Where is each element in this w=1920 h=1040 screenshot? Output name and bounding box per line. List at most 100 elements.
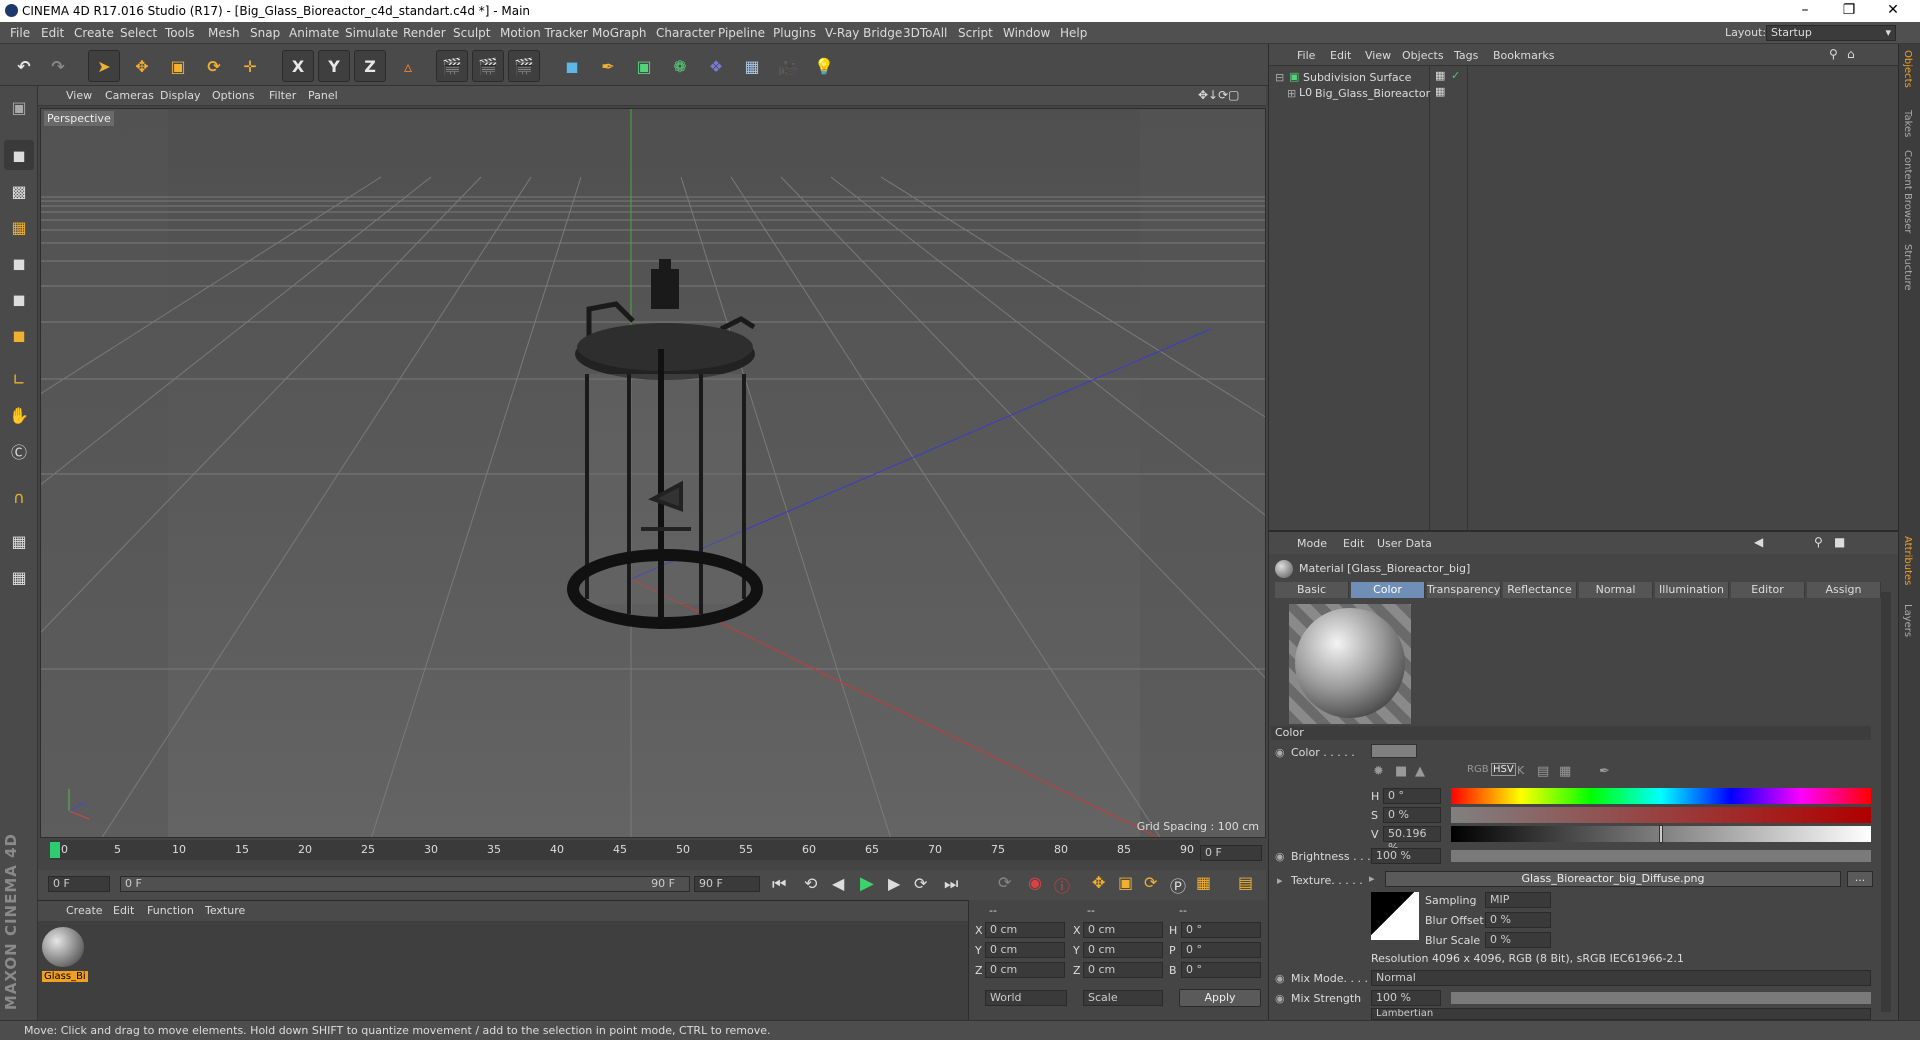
previous-key-icon[interactable]: ⟲ <box>804 874 817 893</box>
image-picker-icon[interactable]: ▲ <box>1415 764 1425 779</box>
points-mode-icon[interactable]: ◼ <box>4 248 34 278</box>
y-axis-lock-button[interactable]: Y <box>318 50 350 82</box>
blur-offset-field[interactable]: 0 % <box>1485 912 1551 928</box>
side-tab-attributes[interactable]: Attributes <box>1902 536 1913 585</box>
pos-x-field[interactable]: 0 cm <box>985 922 1065 938</box>
lock-icon[interactable]: ■ <box>1834 535 1845 549</box>
blur-scale-field[interactable]: 0 % <box>1485 932 1551 948</box>
back-arrow-icon[interactable]: ◀ <box>1754 535 1763 549</box>
attr-menu-mode[interactable]: Mode <box>1297 537 1327 550</box>
material-name[interactable]: Glass_Bi <box>42 971 88 982</box>
obj-menu-tags[interactable]: Tags <box>1454 49 1478 62</box>
size-mode-dropdown[interactable]: Scale <box>1083 990 1163 1006</box>
menu-edit[interactable]: Edit <box>41 26 64 40</box>
saturation-field[interactable]: 0 % <box>1383 807 1441 823</box>
tab-assign[interactable]: Assign <box>1807 582 1881 598</box>
material-menu-function[interactable]: Function <box>147 904 194 917</box>
edges-mode-icon[interactable]: ◼ <box>4 284 34 314</box>
current-frame-field[interactable]: 0 F <box>1200 845 1262 861</box>
rot-p-field[interactable]: 0 ° <box>1181 942 1261 958</box>
attribute-scrollbar[interactable] <box>1881 592 1891 1012</box>
search-icon[interactable]: ⚲ <box>1814 535 1823 549</box>
floor-icon[interactable]: ▦ <box>736 50 768 82</box>
tab-color[interactable]: Color <box>1351 582 1425 598</box>
apply-button[interactable]: Apply <box>1179 989 1261 1007</box>
menu-create[interactable]: Create <box>74 26 114 40</box>
menu-file[interactable]: File <box>10 26 30 40</box>
key-parameter-icon[interactable]: Ⓟ <box>1170 873 1186 897</box>
deformer-icon[interactable]: ❖ <box>700 50 732 82</box>
expand-icon[interactable]: ⊞ <box>1287 87 1296 100</box>
planar-workplane-icon[interactable]: ▦ <box>4 562 34 592</box>
tab-editor[interactable]: Editor <box>1731 582 1805 598</box>
move-tool-icon[interactable]: ✥ <box>126 50 158 82</box>
visibility-toggle-icon[interactable]: ▦ <box>1435 85 1445 98</box>
expand-icon[interactable]: ⊟ <box>1275 71 1284 84</box>
step-forward-icon[interactable]: ▶ <box>888 874 900 893</box>
menu-script[interactable]: Script <box>958 26 993 40</box>
menu-snap[interactable]: Snap <box>250 26 280 40</box>
side-tab-content-browser[interactable]: Content Browser <box>1902 150 1913 233</box>
viewport-menu-options[interactable]: Options <box>212 89 254 102</box>
transform-tool-icon[interactable]: ✛ <box>234 50 266 82</box>
end-frame-field[interactable]: 90 F <box>694 876 760 892</box>
redo-icon[interactable]: ↷ <box>42 50 74 82</box>
step-back-icon[interactable]: ◀ <box>832 874 844 893</box>
render-view-icon[interactable]: 🎬 <box>436 50 468 82</box>
value-slider-handle[interactable] <box>1658 825 1663 843</box>
key-rotation-icon[interactable]: ⟳ <box>1144 873 1157 892</box>
rot-h-field[interactable]: 0 ° <box>1181 922 1261 938</box>
menu-tools[interactable]: Tools <box>165 26 195 40</box>
material-preview[interactable] <box>1289 604 1411 724</box>
key-scale-icon[interactable]: ▣ <box>1118 873 1133 892</box>
mix-strength-slider[interactable] <box>1451 992 1871 1004</box>
playhead[interactable] <box>50 842 60 858</box>
side-tab-objects[interactable]: Objects <box>1902 50 1913 88</box>
cloner-icon[interactable]: ❁ <box>664 50 696 82</box>
obj-menu-file[interactable]: File <box>1297 49 1315 62</box>
side-tab-takes[interactable]: Takes <box>1902 110 1913 137</box>
animate-dot-icon[interactable]: ◉ <box>1275 850 1285 863</box>
menu-animate[interactable]: Animate <box>289 26 339 40</box>
pos-z-field[interactable]: 0 cm <box>985 962 1065 978</box>
menu-vray-bridge[interactable]: V-Ray Bridge <box>825 26 902 40</box>
menu-help[interactable]: Help <box>1060 26 1087 40</box>
scale-tool-icon[interactable]: ▣ <box>162 50 194 82</box>
expand-arrow-icon[interactable]: ▸ <box>1277 874 1283 887</box>
obj-menu-objects[interactable]: Objects <box>1402 49 1444 62</box>
texture-browse-button[interactable]: ... <box>1847 871 1873 887</box>
x-axis-lock-button[interactable]: X <box>282 50 314 82</box>
render-picture-viewer-icon[interactable]: 🎬 <box>472 50 504 82</box>
size-z-field[interactable]: 0 cm <box>1083 962 1163 978</box>
key-position-icon[interactable]: ✥ <box>1092 873 1105 892</box>
magnet-icon[interactable]: ∩ <box>4 482 34 512</box>
object-row-bioreactor[interactable]: ⊞ L0 Big_Glass_Bioreactor <box>1287 86 1430 102</box>
attr-menu-edit[interactable]: Edit <box>1343 537 1364 550</box>
minimize-icon[interactable]: – <box>1790 2 1820 18</box>
viewport-menu-panel[interactable]: Panel <box>308 89 338 102</box>
tab-illumination[interactable]: Illumination <box>1655 582 1729 598</box>
viewport-menu-view[interactable]: View <box>66 89 92 102</box>
size-x-field[interactable]: 0 cm <box>1083 922 1163 938</box>
texture-mode-icon[interactable]: ▩ <box>4 176 34 206</box>
axis-mode-icon[interactable]: ∟ <box>4 364 34 394</box>
mixer-icon[interactable]: ▤ <box>1537 764 1549 779</box>
color-swatch[interactable] <box>1371 744 1417 758</box>
menu-select[interactable]: Select <box>120 26 157 40</box>
menu-simulate[interactable]: Simulate <box>345 26 398 40</box>
value-field[interactable]: 50.196 % <box>1383 826 1441 854</box>
menu-mesh[interactable]: Mesh <box>208 26 240 40</box>
play-icon[interactable]: ▶ <box>860 873 874 894</box>
key-pla-icon[interactable]: ▦ <box>1196 873 1211 892</box>
hue-field[interactable]: 0 ° <box>1383 788 1441 804</box>
menu-plugins[interactable]: Plugins <box>773 26 816 40</box>
color-wheel-icon[interactable]: ✹ <box>1373 764 1384 779</box>
menu-window[interactable]: Window <box>1003 26 1050 40</box>
texture-arrow-icon[interactable]: ▸ <box>1369 872 1375 885</box>
locked-workplane-icon[interactable]: ▦ <box>4 526 34 556</box>
coordinate-system-icon[interactable]: ▵ <box>392 50 424 82</box>
undo-icon[interactable]: ↶ <box>8 50 40 82</box>
go-to-end-icon[interactable]: ⏭ <box>944 874 958 894</box>
side-tab-layers[interactable]: Layers <box>1902 604 1913 637</box>
tab-basic[interactable]: Basic <box>1275 582 1349 598</box>
